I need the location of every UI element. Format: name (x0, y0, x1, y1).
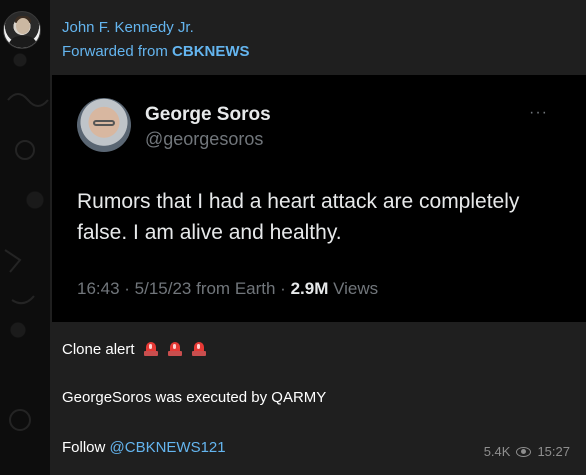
rotating-light-icon (167, 340, 183, 356)
message-line-1: Clone alert (62, 340, 207, 358)
channel-link[interactable]: @CBKNEWS121 (110, 439, 226, 456)
tweet-author-avatar (77, 98, 131, 152)
sender-avatar[interactable] (3, 11, 41, 49)
avatar-suit (8, 36, 38, 48)
avatar-face (16, 18, 30, 34)
message-footer: 5.4K 15:27 (484, 444, 570, 459)
tweet-text: Rumors that I had a heart attack are com… (77, 190, 520, 244)
tweet-views-label: Views (328, 279, 379, 298)
forwarded-prefix: Forwarded from (62, 43, 168, 60)
tweet-timestamp: 16:43 · 5/15/23 from Earth · (77, 279, 291, 298)
follow-text: Follow (62, 439, 110, 456)
tweet-meta: 16:43 · 5/15/23 from Earth · 2.9M Views (77, 279, 378, 299)
more-options-icon: ··· (529, 104, 548, 121)
message-time: 15:27 (537, 444, 570, 459)
tweet-author-name: George Soros (145, 104, 271, 125)
rotating-light-icon (143, 340, 159, 356)
tweet-views-count: 2.9M (290, 279, 329, 298)
rotating-light-icon (191, 340, 207, 356)
forwarded-source[interactable]: CBKNEWS (172, 43, 250, 60)
message-line-3: Follow @CBKNEWS121 (62, 439, 226, 456)
message-line-2: GeorgeSoros was executed by QARMY (62, 389, 327, 406)
clone-alert-text: Clone alert (62, 341, 135, 358)
eye-icon (516, 446, 532, 457)
avatar-glasses (93, 120, 115, 126)
view-count: 5.4K (483, 444, 511, 459)
forwarded-from[interactable]: Forwarded from CBKNEWS (62, 43, 250, 60)
tweet-author-handle: @georgesoros (145, 129, 264, 149)
sender-name[interactable]: John F. Kennedy Jr. (62, 19, 194, 36)
